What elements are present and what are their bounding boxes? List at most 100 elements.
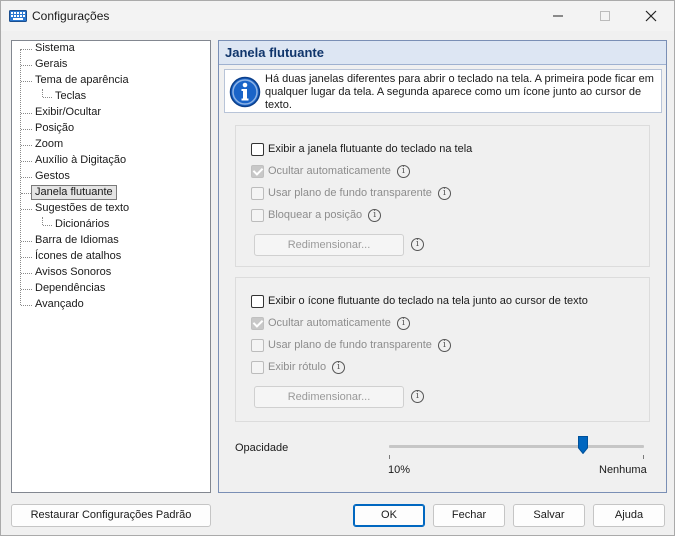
tree-connector bbox=[21, 273, 32, 274]
floating-icon-group: Exibir o ícone flutuante do teclado na t… bbox=[235, 277, 650, 422]
maximize-icon bbox=[600, 11, 610, 21]
show-floating-icon-row[interactable]: Exibir o ícone flutuante do teclado na t… bbox=[251, 293, 588, 309]
auto-hide-checkbox[interactable] bbox=[251, 316, 264, 330]
ok-button[interactable]: OK bbox=[353, 504, 425, 527]
tree-connector bbox=[21, 289, 32, 290]
tree-connector bbox=[21, 129, 32, 130]
show-floating-icon-checkbox[interactable] bbox=[251, 294, 264, 308]
slider-tick bbox=[389, 455, 390, 459]
resize-button[interactable]: Redimensionar... bbox=[254, 386, 404, 408]
transparent-bg-checkbox[interactable] bbox=[251, 338, 264, 352]
lock-position-label: Bloquear a posição bbox=[268, 209, 363, 221]
lock-position-checkbox[interactable] bbox=[251, 208, 264, 222]
tree-item-tema[interactable]: Tema de aparência bbox=[32, 73, 132, 88]
info-icon bbox=[229, 76, 261, 108]
close-dialog-button[interactable]: Fechar bbox=[433, 504, 505, 527]
tree-item-barra-idiomas[interactable]: Barra de Idiomas bbox=[32, 233, 122, 248]
tree-connector bbox=[21, 49, 32, 50]
info-icon[interactable]: i bbox=[437, 186, 451, 200]
show-floating-icon-label: Exibir o ícone flutuante do teclado na t… bbox=[268, 295, 588, 307]
info-icon[interactable]: i bbox=[396, 164, 410, 178]
tree-connector bbox=[43, 97, 52, 98]
tree-connector bbox=[21, 177, 32, 178]
tree-connector bbox=[21, 161, 32, 162]
tree-item-janela-flutuante[interactable]: Janela flutuante bbox=[31, 185, 117, 200]
show-label-checkbox[interactable] bbox=[251, 360, 264, 374]
floating-window-group: Exibir a janela flutuante do teclado na … bbox=[235, 125, 650, 267]
tree-connector bbox=[21, 193, 31, 194]
auto-hide-row[interactable]: Ocultar automaticamente i bbox=[251, 315, 410, 331]
show-floating-window-row[interactable]: Exibir a janela flutuante do teclado na … bbox=[251, 141, 472, 157]
maximize-button[interactable] bbox=[582, 1, 628, 31]
tree-item-dicionarios[interactable]: Dicionários bbox=[52, 217, 112, 232]
auto-hide-label: Ocultar automaticamente bbox=[268, 165, 391, 177]
settings-panel: Janela flutuante Há duas janelas diferen… bbox=[218, 40, 667, 493]
auto-hide-label: Ocultar automaticamente bbox=[268, 317, 391, 329]
transparent-bg-row[interactable]: Usar plano de fundo transparente i bbox=[251, 337, 451, 353]
auto-hide-checkbox[interactable] bbox=[251, 164, 264, 178]
window-title: Configurações bbox=[32, 9, 110, 23]
info-box: Há duas janelas diferentes para abrir o … bbox=[224, 69, 662, 113]
close-button[interactable] bbox=[628, 1, 674, 31]
help-button[interactable]: Ajuda bbox=[593, 504, 665, 527]
info-icon[interactable]: i bbox=[411, 238, 424, 251]
transparent-bg-label: Usar plano de fundo transparente bbox=[268, 187, 432, 199]
restore-defaults-button[interactable]: Restaurar Configurações Padrão bbox=[11, 504, 211, 527]
minimize-button[interactable] bbox=[535, 1, 581, 31]
settings-window: Configurações Sistema Gerais Tema de apa… bbox=[0, 0, 675, 536]
tree-connector bbox=[43, 225, 52, 226]
minimize-icon bbox=[553, 15, 563, 17]
tree-guide-line bbox=[42, 89, 43, 97]
opacity-min-label: 10% bbox=[388, 464, 411, 476]
auto-hide-row[interactable]: Ocultar automaticamente i bbox=[251, 163, 410, 179]
tree-item-auxilio[interactable]: Auxílio à Digitação bbox=[32, 153, 129, 168]
close-icon bbox=[645, 10, 657, 22]
tree-item-sistema[interactable]: Sistema bbox=[32, 41, 78, 56]
settings-tree[interactable]: Sistema Gerais Tema de aparência Teclas … bbox=[11, 40, 211, 493]
info-icon[interactable]: i bbox=[332, 360, 346, 374]
tree-connector bbox=[21, 81, 32, 82]
tree-item-gestos[interactable]: Gestos bbox=[32, 169, 73, 184]
keyboard-icon bbox=[9, 10, 27, 22]
save-button[interactable]: Salvar bbox=[513, 504, 585, 527]
tree-connector bbox=[21, 241, 32, 242]
panel-title: Janela flutuante bbox=[225, 45, 324, 60]
panel-header: Janela flutuante bbox=[219, 41, 666, 65]
tree-item-teclas[interactable]: Teclas bbox=[52, 89, 89, 104]
transparent-bg-row[interactable]: Usar plano de fundo transparente i bbox=[251, 185, 451, 201]
tree-item-dependencias[interactable]: Dependências bbox=[32, 281, 108, 296]
slider-tick bbox=[643, 455, 644, 459]
info-icon[interactable]: i bbox=[396, 316, 410, 330]
tree-item-posicao[interactable]: Posição bbox=[32, 121, 77, 136]
opacity-slider-track[interactable] bbox=[389, 445, 644, 448]
tree-item-avancado[interactable]: Avançado bbox=[32, 297, 87, 312]
show-floating-window-checkbox[interactable] bbox=[251, 142, 264, 156]
tree-item-exibir-ocultar[interactable]: Exibir/Ocultar bbox=[32, 105, 104, 120]
tree-connector bbox=[21, 145, 32, 146]
tree-connector bbox=[21, 257, 32, 258]
info-text: Há duas janelas diferentes para abrir o … bbox=[265, 73, 654, 111]
transparent-bg-checkbox[interactable] bbox=[251, 186, 264, 200]
tree-connector bbox=[21, 113, 32, 114]
lock-position-row[interactable]: Bloquear a posição i bbox=[251, 207, 382, 223]
info-icon[interactable]: i bbox=[411, 390, 424, 403]
tree-item-zoom[interactable]: Zoom bbox=[32, 137, 66, 152]
tree-item-sugestoes[interactable]: Sugestões de texto bbox=[32, 201, 132, 216]
tree-item-gerais[interactable]: Gerais bbox=[32, 57, 70, 72]
opacity-slider-thumb[interactable] bbox=[577, 436, 588, 454]
tree-item-icones-atalhos[interactable]: Ícones de atalhos bbox=[32, 249, 124, 264]
opacity-label: Opacidade bbox=[235, 442, 289, 454]
tree-item-avisos-sonoros[interactable]: Avisos Sonoros bbox=[32, 265, 114, 280]
tree-connector bbox=[21, 209, 32, 210]
resize-button[interactable]: Redimensionar... bbox=[254, 234, 404, 256]
show-floating-window-label: Exibir a janela flutuante do teclado na … bbox=[268, 143, 473, 155]
tree-guide-line bbox=[42, 217, 43, 225]
info-icon[interactable]: i bbox=[437, 338, 451, 352]
opacity-max-label: Nenhuma bbox=[599, 464, 647, 476]
title-bar[interactable]: Configurações bbox=[1, 1, 674, 31]
tree-connector bbox=[21, 305, 32, 306]
show-label-row[interactable]: Exibir rótulo i bbox=[251, 359, 346, 375]
tree-connector bbox=[21, 65, 32, 66]
show-label-label: Exibir rótulo bbox=[268, 361, 327, 373]
info-icon[interactable]: i bbox=[368, 208, 382, 222]
